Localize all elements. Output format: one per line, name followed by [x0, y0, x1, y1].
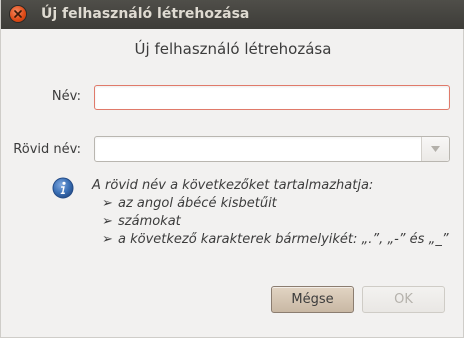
short-name-combobox	[94, 136, 450, 162]
list-item: ➢ az angol ábécé kisbetűit	[92, 195, 449, 213]
cancel-button[interactable]: Mégse	[271, 286, 354, 313]
list-item: ➢ számokat	[92, 213, 449, 231]
window-title: Új felhasználó létrehozása	[41, 6, 250, 22]
bullet-icon: ➢	[102, 196, 113, 211]
short-name-label: Rövid név:	[13, 142, 81, 157]
close-button[interactable]	[10, 6, 26, 22]
info-text-block: A rövid név a következőket tartalmazhatj…	[92, 177, 449, 249]
info-icon	[52, 177, 74, 199]
short-name-input[interactable]	[95, 137, 420, 161]
bullet-icon: ➢	[102, 214, 113, 229]
ok-button[interactable]: OK	[362, 286, 445, 313]
dialog-heading: Új felhasználó létrehozása	[134, 40, 332, 58]
create-user-dialog: Új felhasználó létrehozása Új felhasznál…	[0, 0, 464, 338]
info-description: A rövid név a következőket tartalmazhatj…	[92, 178, 374, 193]
name-label: Név:	[51, 89, 81, 104]
list-item-text: a következő karakterek bármelyikét: „.”,…	[118, 232, 449, 247]
bullet-icon: ➢	[102, 232, 113, 247]
list-item-text: számokat	[118, 214, 181, 229]
short-name-dropdown-button[interactable]	[421, 137, 449, 161]
close-icon	[14, 10, 22, 18]
titlebar: Új felhasználó létrehozása	[1, 0, 464, 29]
list-item-text: az angol ábécé kisbetűit	[118, 196, 277, 211]
list-item: ➢ a következő karakterek bármelyikét: „.”…	[92, 231, 449, 249]
chevron-down-icon	[431, 146, 440, 152]
name-input[interactable]	[94, 85, 450, 110]
